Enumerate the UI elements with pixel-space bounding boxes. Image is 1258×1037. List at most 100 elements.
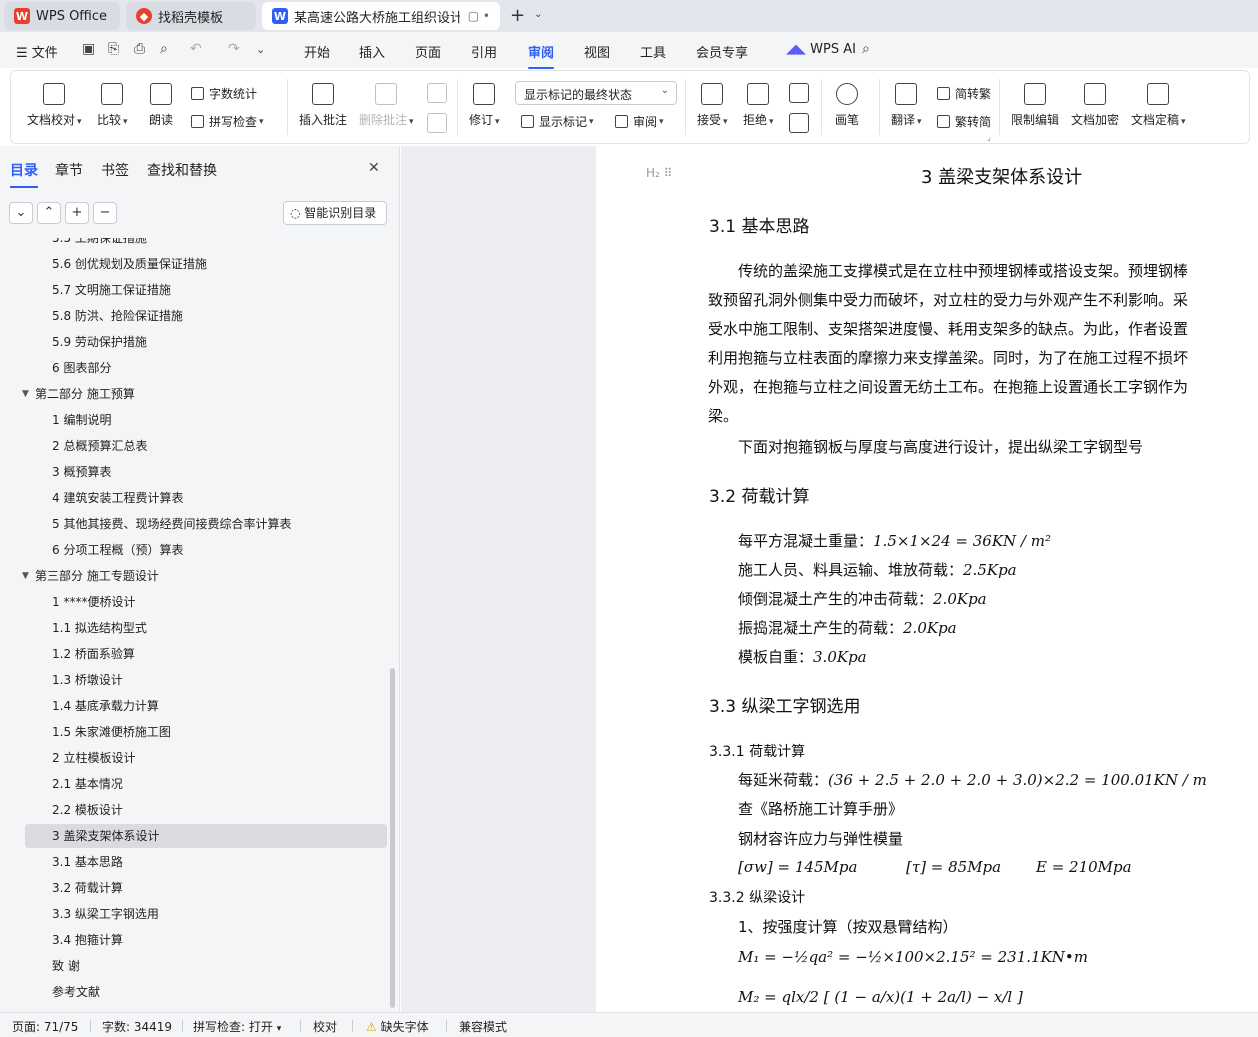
word-count-button[interactable]: 字数统计: [191, 85, 257, 102]
toc-item[interactable]: 3.3 纵梁工字钢选用: [25, 902, 387, 926]
menu-view[interactable]: 视图: [584, 42, 610, 61]
restrict-edit-button[interactable]: 限制编辑: [1011, 83, 1059, 128]
menu-membership[interactable]: 会员专享: [696, 42, 748, 61]
show-markup-button[interactable]: 显示标记 ▾: [521, 113, 594, 130]
toc-item[interactable]: 1.3 桥墩设计: [25, 668, 387, 692]
export-pdf-icon[interactable]: ⎘: [108, 41, 119, 57]
toc-item[interactable]: 3 盖梁支架体系设计: [25, 824, 387, 848]
save-icon[interactable]: ▣: [82, 41, 95, 57]
toc-item[interactable]: 5.7 文明施工保证措施: [25, 278, 387, 302]
group-expand-icon[interactable]: ⌟: [987, 133, 991, 142]
quick-access-chevron-icon[interactable]: ⌄: [256, 43, 265, 56]
traditional-to-simplified-button[interactable]: 繁转简: [937, 113, 991, 130]
menu-home[interactable]: 开始: [304, 42, 330, 61]
remove-heading-button[interactable]: −: [93, 202, 117, 224]
page-indicator[interactable]: 页面: 71/75: [12, 1018, 78, 1035]
menu-tools[interactable]: 工具: [640, 42, 666, 61]
next-comment-button[interactable]: [427, 113, 447, 139]
smart-toc-button[interactable]: ◌ 智能识别目录: [283, 201, 387, 225]
toc-item[interactable]: 1.1 拟选结构型式: [25, 616, 387, 640]
previous-change-button[interactable]: [789, 83, 809, 109]
redo-icon[interactable]: ↷: [228, 41, 240, 57]
toc-item[interactable]: 1.5 朱家滩便桥施工图: [25, 720, 387, 744]
spell-check-indicator[interactable]: 拼写检查: 打开 ▾: [193, 1018, 281, 1035]
search-icon[interactable]: ⌕: [862, 41, 870, 57]
toc-item[interactable]: 5.5 工期保证措施: [25, 238, 387, 250]
toc-item[interactable]: 5.8 防洪、抢险保证措施: [25, 304, 387, 328]
menu-review[interactable]: 审阅: [528, 42, 555, 69]
tab-wps-office[interactable]: W WPS Office: [4, 2, 120, 30]
collapse-all-button[interactable]: ⌄: [9, 202, 33, 224]
tab-docer-templates[interactable]: ◆ 找稻壳模板: [126, 2, 256, 30]
add-heading-button[interactable]: +: [65, 202, 89, 224]
toc-item[interactable]: 1.4 基底承载力计算: [25, 694, 387, 718]
toc-item[interactable]: 2.2 模板设计: [25, 798, 387, 822]
previous-comment-button[interactable]: [427, 83, 447, 109]
finalize-document-button[interactable]: 文档定稿 ▾: [1131, 83, 1186, 128]
missing-font-indicator[interactable]: ⚠ 缺失字体: [366, 1018, 429, 1035]
review-pane-button[interactable]: 审阅 ▾: [615, 113, 664, 130]
delete-comment-button[interactable]: 删除批注 ▾: [359, 83, 414, 128]
tab-list-chevron-icon[interactable]: ⌄: [534, 9, 542, 20]
heading-level-marker[interactable]: H₂ ⠿: [646, 166, 672, 180]
toc-item[interactable]: 2.1 基本情况: [25, 772, 387, 796]
toc-item[interactable]: 6 图表部分: [25, 356, 387, 380]
read-aloud-button[interactable]: 朗读: [149, 83, 173, 128]
toc-item[interactable]: 参考文献: [25, 980, 387, 1004]
print-preview-icon[interactable]: ⌕: [160, 41, 168, 57]
word-count-indicator[interactable]: 字数: 34419: [102, 1018, 172, 1035]
translate-button[interactable]: 翻译 ▾: [891, 83, 922, 128]
nav-tab-sections[interactable]: 章节: [55, 160, 83, 180]
toc-item[interactable]: 3 概预算表: [25, 460, 387, 484]
track-changes-button[interactable]: 修订 ▾: [469, 83, 500, 128]
tab-current-document[interactable]: W 某高速公路大桥施工组织设计 ▢ •: [262, 2, 500, 30]
toc-item[interactable]: ▼ 第二部分 施工预算: [22, 382, 387, 406]
close-icon[interactable]: ✕: [368, 160, 380, 176]
proofread-button[interactable]: 文档校对 ▾: [27, 83, 82, 128]
insert-comment-button[interactable]: 插入批注: [299, 83, 347, 128]
toc-item[interactable]: 1.2 桥面系验算: [25, 642, 387, 666]
expand-all-button[interactable]: ⌃: [37, 202, 61, 224]
toc-item[interactable]: 1 编制说明: [25, 408, 387, 432]
print-icon[interactable]: ⎙: [134, 41, 145, 57]
reject-button[interactable]: 拒绝 ▾: [743, 83, 774, 128]
simplified-to-traditional-button[interactable]: 简转繁: [937, 85, 991, 102]
nav-tab-toc[interactable]: 目录: [10, 160, 38, 188]
toc-item[interactable]: ▼ 第三部分 施工专题设计: [22, 564, 387, 588]
toc-item[interactable]: 6 分项工程概（预）算表: [25, 538, 387, 562]
menu-page[interactable]: 页面: [415, 42, 441, 61]
proofread-indicator[interactable]: 校对: [313, 1018, 337, 1035]
toc-item[interactable]: 3.4 抱箍计算: [25, 928, 387, 952]
nav-tab-find-replace[interactable]: 查找和替换: [147, 160, 217, 180]
toc-item[interactable]: 1 ****便桥设计: [25, 590, 387, 614]
toc-item-label: 2.2 模板设计: [52, 803, 123, 817]
toc-item[interactable]: 5.6 创优规划及质量保证措施: [25, 252, 387, 276]
expand-toggle-icon[interactable]: ▼: [22, 564, 29, 588]
file-menu[interactable]: ☰ 文件: [16, 42, 58, 61]
toc-item[interactable]: 4 建筑安装工程费计算表: [25, 486, 387, 510]
pen-button[interactable]: 画笔: [835, 83, 859, 128]
menu-insert[interactable]: 插入: [359, 42, 385, 61]
markup-mode-select[interactable]: 显示标记的最终状态 ⌄: [515, 81, 677, 105]
document-page[interactable]: 3 盖梁支架体系设计 3.1 基本思路 传统的盖梁施工支撑模式是在立柱中预埋钢棒…: [596, 146, 1258, 1012]
new-tab-button[interactable]: +: [510, 5, 525, 26]
encrypt-document-button[interactable]: 文档加密: [1071, 83, 1119, 128]
toc-item[interactable]: 2 总概预算汇总表: [25, 434, 387, 458]
wps-ai-button[interactable]: ◢◣ WPS AI: [786, 42, 856, 57]
traditional-to-simplified-label: 繁转简: [955, 115, 992, 129]
toc-item[interactable]: 2 立柱模板设计: [25, 746, 387, 770]
toc-item[interactable]: 5.9 劳动保护措施: [25, 330, 387, 354]
menu-references[interactable]: 引用: [471, 42, 497, 61]
accept-button[interactable]: 接受 ▾: [697, 83, 728, 128]
compare-button[interactable]: 比较 ▾: [97, 83, 128, 128]
toc-item[interactable]: 5 其他其接费、现场经费间接费综合率计算表: [25, 512, 387, 536]
undo-icon[interactable]: ↶: [190, 41, 202, 57]
spell-check-button[interactable]: 拼写检查 ▾: [191, 113, 264, 130]
nav-tab-bookmarks[interactable]: 书签: [101, 160, 129, 180]
toc-item[interactable]: 3.1 基本思路: [25, 850, 387, 874]
toc-item[interactable]: 3.2 荷载计算: [25, 876, 387, 900]
next-change-button[interactable]: [789, 113, 809, 139]
expand-toggle-icon[interactable]: ▼: [22, 382, 29, 406]
toc-scrollbar[interactable]: [390, 668, 395, 1008]
toc-item[interactable]: 致 谢: [25, 954, 387, 978]
